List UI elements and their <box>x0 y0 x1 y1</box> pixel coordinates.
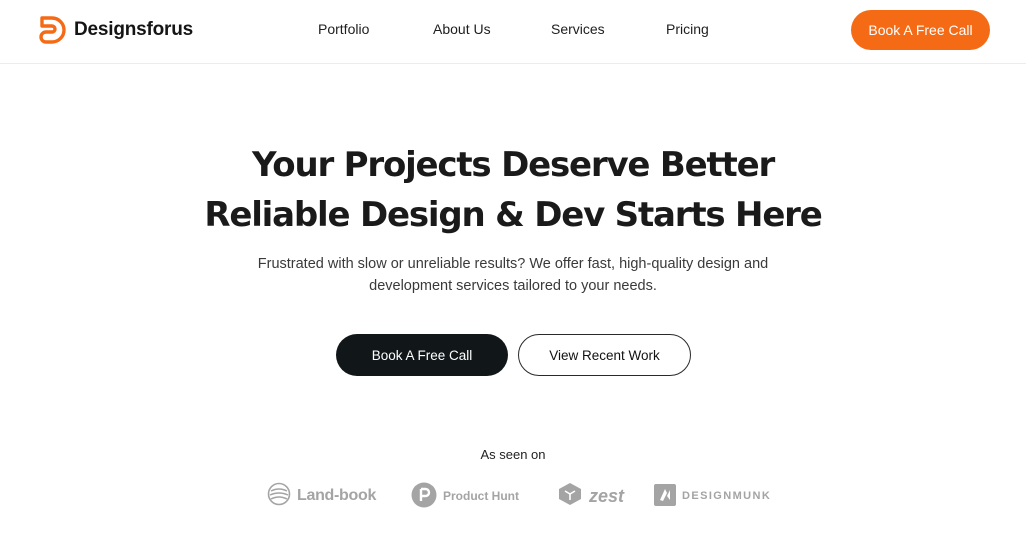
brand-logo[interactable]: Designsforus <box>36 14 193 46</box>
zest-logo: zest <box>557 480 624 512</box>
header-book-call-button[interactable]: Book A Free Call <box>851 10 990 50</box>
product-hunt-name: Product Hunt <box>443 489 519 503</box>
zest-icon <box>557 481 583 512</box>
hero-subtitle: Frustrated with slow or unreliable resul… <box>0 253 1026 297</box>
view-recent-work-button[interactable]: View Recent Work <box>518 334 691 376</box>
zest-name: zest <box>589 485 625 506</box>
nav-item-about-us[interactable]: About Us <box>433 21 491 37</box>
hero-title-line-1: Your Projects Deserve Better <box>251 145 775 185</box>
land-book-logo: Land-book <box>267 480 376 512</box>
land-book-icon <box>267 482 291 511</box>
hero-title-line-2: Reliable Design & Dev Starts Here <box>204 195 822 235</box>
designmunk-logo: DESIGNMUNK <box>654 480 771 512</box>
hero-subtitle-line-2: development services tailored to your ne… <box>369 278 657 294</box>
designmunk-icon <box>654 483 676 509</box>
nav-item-services[interactable]: Services <box>551 21 605 37</box>
nav-item-pricing[interactable]: Pricing <box>666 21 709 37</box>
book-free-call-button[interactable]: Book A Free Call <box>336 334 508 376</box>
hero-title: Your Projects Deserve Better Reliable De… <box>0 140 1026 240</box>
land-book-name: Land-book <box>297 487 377 504</box>
designmunk-name: DESIGNMUNK <box>682 490 772 502</box>
brand-name: Designsforus <box>74 19 194 40</box>
press-logos: Land-book Product Hunt zest DESIGNMUNK <box>0 480 1026 512</box>
nav-item-portfolio[interactable]: Portfolio <box>318 21 369 37</box>
product-hunt-icon <box>411 482 437 511</box>
as-seen-on-label: As seen on <box>480 447 546 462</box>
hero-subtitle-line-1: Frustrated with slow or unreliable resul… <box>257 256 769 272</box>
designsforus-logo-icon <box>36 14 68 46</box>
site-header: Designsforus Portfolio About Us Services… <box>0 0 1026 64</box>
product-hunt-logo: Product Hunt <box>411 480 519 512</box>
